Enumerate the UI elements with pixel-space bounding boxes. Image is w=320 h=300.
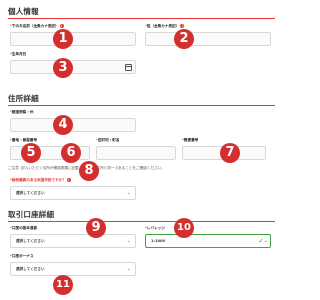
marker-7: 7 xyxy=(220,143,240,163)
marker-5: 5 xyxy=(21,143,41,163)
city-label: *区町村・町名 xyxy=(96,138,120,142)
section-divider xyxy=(8,18,275,19)
marker-4: 4 xyxy=(53,115,73,135)
base-currency-label: *口座の基本通貨 xyxy=(10,226,38,230)
postal-label: *郵便番号 xyxy=(182,138,199,142)
marker-2: 2 xyxy=(174,29,194,49)
chevron-down-icon: ⌄ xyxy=(126,266,131,272)
chevron-down-icon: ⌄ xyxy=(126,238,131,244)
us-tax-label: *納税義務のある米国市民ですか？ i xyxy=(10,178,71,182)
prefecture-label: *都道府県・州 xyxy=(10,110,34,114)
select-value: 選択してください xyxy=(16,267,45,271)
prefecture-input[interactable] xyxy=(10,118,136,132)
city-input[interactable] xyxy=(96,146,176,160)
lastname-kana-label: *下のお名前（全角カナ表記） i xyxy=(10,24,64,28)
marker-3: 3 xyxy=(53,58,73,78)
marker-8: 8 xyxy=(79,161,99,181)
marker-9: 9 xyxy=(86,218,106,238)
base-currency-select[interactable]: 選択してください ⌄ xyxy=(10,234,136,248)
section-title-address: 住所詳細 xyxy=(8,94,39,103)
info-icon[interactable]: i xyxy=(180,24,185,28)
birthdate-label: *生年月日 xyxy=(10,52,27,56)
bonus-label: *口座ボーナス xyxy=(10,254,34,258)
select-value: 1:1000 xyxy=(151,239,165,243)
marker-11: 11 xyxy=(53,275,73,295)
birthdate-input[interactable] xyxy=(10,60,136,74)
info-icon[interactable]: i xyxy=(59,24,64,28)
info-icon[interactable]: i xyxy=(66,178,71,182)
us-tax-select[interactable]: 選択してください ⌄ xyxy=(10,186,136,200)
marker-1: 1 xyxy=(53,29,73,49)
lastname-kana-input[interactable] xyxy=(10,32,136,46)
bonus-select[interactable]: 選択してください ⌄ xyxy=(10,262,136,276)
firstname-kana-input[interactable] xyxy=(145,32,271,46)
section-title-trading: 取引口座詳細 xyxy=(8,210,55,219)
chevron-down-icon: ⌄ xyxy=(126,190,131,196)
leverage-label: *レバレッジ xyxy=(145,226,165,230)
marker-6: 6 xyxy=(61,143,81,163)
marker-10: 10 xyxy=(174,218,194,238)
section-title-personal: 個人情報 xyxy=(8,7,39,16)
section-divider xyxy=(8,221,275,222)
firstname-kana-label: *姓（全角カナ表記） i xyxy=(145,24,185,28)
leverage-select[interactable]: 1:1000 ✓ ⌄ xyxy=(145,234,271,248)
section-divider xyxy=(8,105,275,106)
calendar-icon[interactable] xyxy=(125,64,132,71)
chevron-down-icon: ⌄ xyxy=(263,238,268,244)
select-value: 選択してください xyxy=(16,191,45,195)
select-value: 選択してください xyxy=(16,239,45,243)
